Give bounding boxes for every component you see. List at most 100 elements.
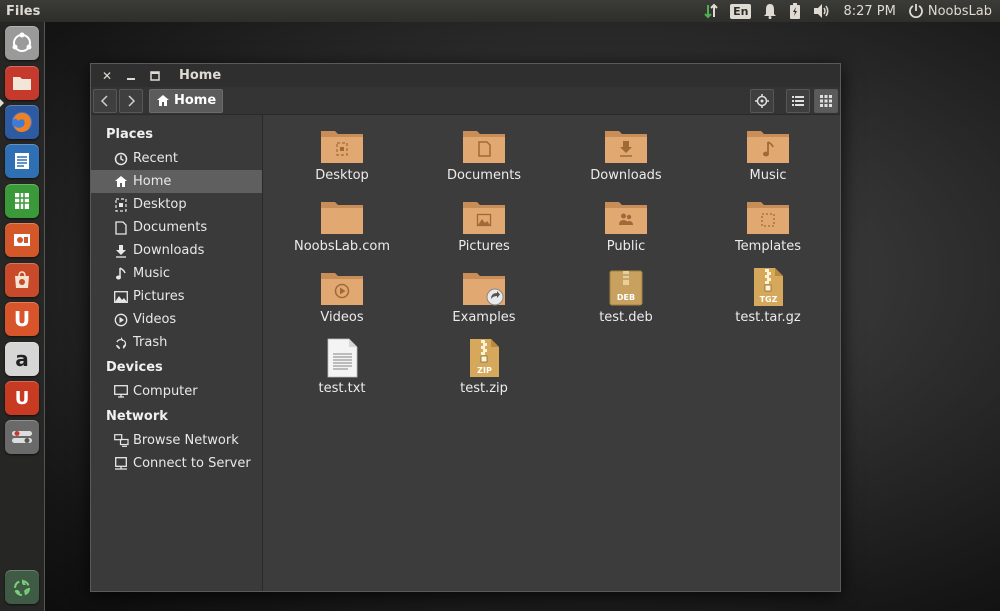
sidebar: Places Recent Home Desktop Documents Dow… xyxy=(91,115,263,591)
clock[interactable]: 8:27 PM xyxy=(843,4,895,19)
sidebar-item-trash[interactable]: Trash xyxy=(91,331,262,354)
home-icon xyxy=(157,95,169,106)
volume-icon[interactable] xyxy=(813,3,831,19)
battery-icon[interactable] xyxy=(789,3,801,19)
file-item[interactable]: TGZ test.tar.gz xyxy=(697,267,839,338)
list-view-button[interactable] xyxy=(786,89,810,113)
ubuntu-one-icon[interactable]: U xyxy=(5,302,39,336)
file-item[interactable]: ZIP test.zip xyxy=(413,338,555,409)
sidebar-item-videos[interactable]: Videos xyxy=(91,308,262,331)
sidebar-item-label: Trash xyxy=(133,335,168,350)
picture-icon xyxy=(113,289,129,305)
svg-text:DEB: DEB xyxy=(617,293,635,302)
desktop-icon xyxy=(113,197,129,213)
files-launcher-icon[interactable] xyxy=(5,66,39,100)
file-item[interactable]: DEB test.deb xyxy=(555,267,697,338)
view-controls xyxy=(750,89,838,113)
svg-text:TGZ: TGZ xyxy=(760,295,778,304)
file-item[interactable]: NoobsLab.com xyxy=(271,196,413,267)
file-label: Downloads xyxy=(590,168,662,183)
grid-icon xyxy=(820,95,832,107)
sidebar-item-downloads[interactable]: Downloads xyxy=(91,239,262,262)
breadcrumb-home[interactable]: Home xyxy=(149,88,224,113)
forward-button[interactable] xyxy=(119,88,143,113)
maximize-icon[interactable] xyxy=(149,70,161,82)
settings-icon[interactable] xyxy=(5,420,39,454)
file-item[interactable]: Music xyxy=(697,125,839,196)
clock-icon xyxy=(113,151,129,167)
network-icon xyxy=(113,433,129,449)
close-icon[interactable]: ✕ xyxy=(101,69,113,83)
software-center-icon[interactable] xyxy=(5,263,39,297)
file-item[interactable]: Examples xyxy=(413,267,555,338)
sidebar-item-recent[interactable]: Recent xyxy=(91,147,262,170)
sidebar-item-label: Home xyxy=(133,174,172,189)
file-grid: Desktop Documents Downloads Music NoobsL… xyxy=(271,125,839,409)
server-icon xyxy=(113,456,129,472)
trash-icon[interactable] xyxy=(5,570,39,604)
sidebar-item-label: Computer xyxy=(133,384,198,399)
system-tray: En 8:27 PM NoobsLab xyxy=(704,3,992,19)
sidebar-item-label: Downloads xyxy=(133,243,205,258)
grid-view-button[interactable] xyxy=(814,89,838,113)
file-label: Documents xyxy=(446,168,522,183)
file-label: test.zip xyxy=(460,381,508,396)
file-item[interactable]: test.txt xyxy=(271,338,413,409)
file-item[interactable]: Downloads xyxy=(555,125,697,196)
window-title: Home xyxy=(179,68,222,83)
folder-documents-icon xyxy=(463,131,505,163)
places-heading: Places xyxy=(106,127,154,142)
sidebar-item-browse-network[interactable]: Browse Network xyxy=(91,429,262,452)
sidebar-item-label: Videos xyxy=(133,312,177,327)
sidebar-item-music[interactable]: Music xyxy=(91,262,262,285)
file-label: Examples xyxy=(452,310,516,325)
file-label: test.tar.gz xyxy=(735,310,801,325)
network-transfer-icon[interactable] xyxy=(704,3,718,19)
content-area: Places Recent Home Desktop Documents Dow… xyxy=(91,115,840,591)
user-menu[interactable]: NoobsLab xyxy=(908,3,992,19)
window-titlebar[interactable]: ✕ Home xyxy=(91,64,840,87)
location-button[interactable] xyxy=(750,89,774,113)
folder-icon xyxy=(321,202,363,234)
home-icon xyxy=(113,174,129,190)
sidebar-item-documents[interactable]: Documents xyxy=(91,216,262,239)
file-item[interactable]: Pictures xyxy=(413,196,555,267)
file-item[interactable]: Documents xyxy=(413,125,555,196)
amazon-icon[interactable]: a xyxy=(5,342,39,376)
document-icon xyxy=(113,220,129,236)
firefox-icon[interactable] xyxy=(5,105,39,139)
folder-link-icon xyxy=(463,273,505,306)
dash-home-icon[interactable] xyxy=(5,26,39,60)
file-label: test.deb xyxy=(599,310,653,325)
folder-videos-icon xyxy=(321,273,363,305)
file-item[interactable]: Templates xyxy=(697,196,839,267)
download-icon xyxy=(113,243,129,259)
file-item[interactable]: Videos xyxy=(271,267,413,338)
sidebar-item-desktop[interactable]: Desktop xyxy=(91,193,262,216)
impress-icon[interactable] xyxy=(5,223,39,257)
file-view[interactable]: Desktop Documents Downloads Music NoobsL… xyxy=(263,115,840,591)
writer-icon[interactable] xyxy=(5,144,39,178)
file-label: Music xyxy=(749,168,787,183)
sidebar-item-label: Documents xyxy=(133,220,208,235)
ubuntu-one-music-icon[interactable]: U xyxy=(5,381,39,415)
calc-icon[interactable] xyxy=(5,184,39,218)
back-button[interactable] xyxy=(93,88,117,113)
power-icon xyxy=(908,3,924,19)
sidebar-item-label: Recent xyxy=(133,151,178,166)
sidebar-item-home[interactable]: Home xyxy=(91,170,262,193)
file-item[interactable]: Public xyxy=(555,196,697,267)
top-panel: Files En 8:27 PM NoobsLab xyxy=(0,0,1000,22)
launcher: U a U xyxy=(0,22,45,611)
file-item[interactable]: Desktop xyxy=(271,125,413,196)
minimize-icon[interactable] xyxy=(125,70,137,82)
sidebar-item-connect-to-server[interactable]: Connect to Server xyxy=(91,452,262,475)
file-label: test.txt xyxy=(318,381,366,396)
music-icon xyxy=(113,266,129,282)
bell-icon[interactable] xyxy=(763,3,777,19)
sidebar-item-pictures[interactable]: Pictures xyxy=(91,285,262,308)
sidebar-item-label: Pictures xyxy=(133,289,185,304)
keyboard-layout-indicator[interactable]: En xyxy=(730,3,752,19)
video-icon xyxy=(113,312,129,328)
sidebar-item-computer[interactable]: Computer xyxy=(91,380,262,403)
